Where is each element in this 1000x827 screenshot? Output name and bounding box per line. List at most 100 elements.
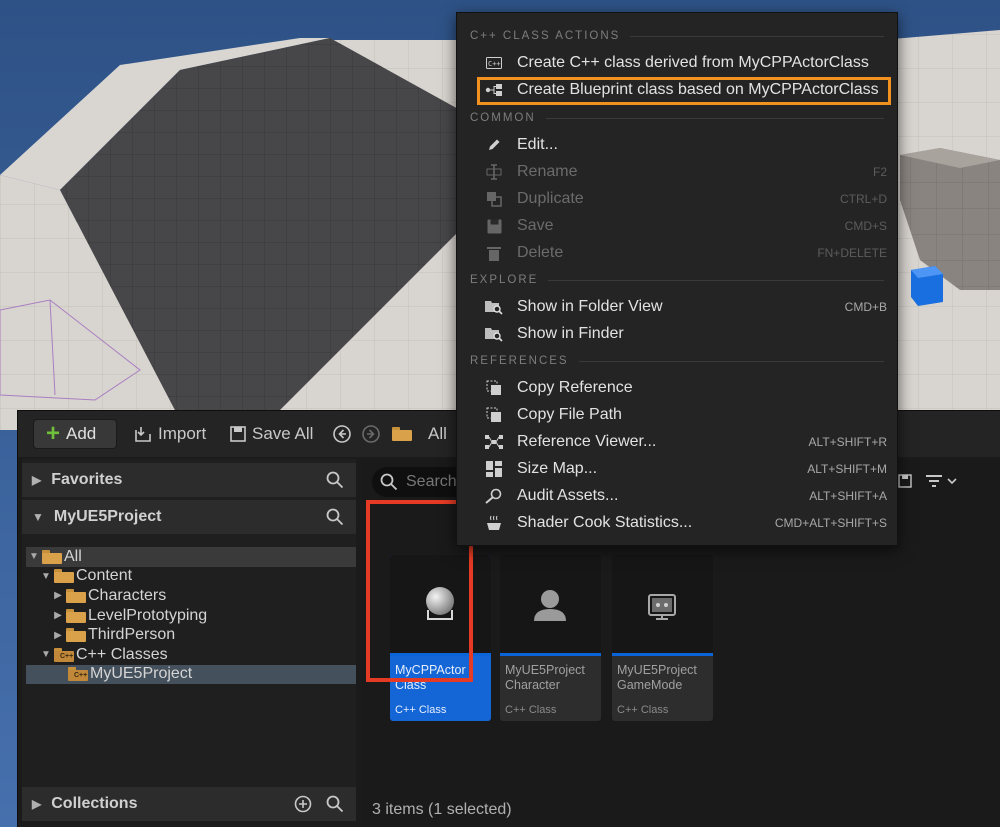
tree-item-label: ThirdPerson — [88, 626, 176, 644]
menu-item-label: Create C++ class derived from MyCPPActor… — [517, 54, 869, 71]
menu-item-duplicate[interactable]: Duplicate CTRL+D — [485, 187, 887, 211]
menu-item-label: Shader Cook Statistics... — [517, 514, 693, 531]
asset-type: C++ Class — [395, 704, 447, 716]
folder-icon — [42, 549, 62, 564]
back-arrow-icon — [333, 425, 351, 443]
add-circle-icon[interactable] — [294, 795, 312, 813]
folder-icon — [66, 608, 86, 623]
forward-button[interactable] — [361, 419, 381, 449]
plus-icon: + — [46, 420, 61, 447]
tree-item-cpp-classes[interactable]: ▼ C++ C++ Classes — [26, 645, 356, 665]
tree-item-label: Content — [76, 567, 133, 585]
save-icon[interactable] — [898, 474, 912, 488]
menu-item-rename[interactable]: Rename F2 — [485, 160, 887, 184]
menu-item-show-in-folder-view[interactable]: Show in Folder View CMD+B — [485, 295, 887, 319]
sources-panel: ▶ Favorites ▼ MyUE5Project ▼ All ▼ Conte… — [22, 459, 356, 821]
menu-item-delete[interactable]: Delete FN+DELETE — [485, 241, 887, 265]
asset-tile-character[interactable]: MyUE5Project Character C++ Class — [500, 555, 601, 721]
menu-item-label: Save — [517, 217, 554, 234]
collapsed-arrow-icon: ▶ — [54, 590, 62, 602]
rename-icon — [485, 164, 503, 180]
tree-item-label: MyUE5Project — [90, 665, 193, 683]
path-label: All — [428, 424, 447, 443]
audit-search-icon — [485, 488, 503, 504]
forward-arrow-icon — [362, 425, 380, 443]
path-breadcrumb[interactable]: All — [390, 419, 447, 449]
menu-item-label: Show in Finder — [517, 325, 624, 342]
menu-item-shortcut: ALT+SHIFT+M — [807, 462, 887, 476]
expanded-arrow-icon: ▼ — [41, 649, 51, 661]
collapsed-arrow-icon: ▶ — [32, 797, 42, 811]
collapsed-arrow-icon: ▶ — [54, 610, 62, 622]
asset-type: C++ Class — [505, 704, 557, 716]
menu-item-audit-assets[interactable]: Audit Assets... ALT+SHIFT+A — [485, 484, 887, 508]
menu-item-label: Reference Viewer... — [517, 433, 657, 450]
search-icon[interactable] — [326, 508, 344, 526]
asset-name: MyUE5Project Character — [505, 663, 585, 692]
menu-item-shortcut: CMD+ALT+SHIFT+S — [774, 516, 887, 530]
cpp-folder-icon: C++ — [54, 647, 74, 662]
asset-thumbnail — [500, 555, 601, 653]
folder-icon — [66, 628, 86, 643]
folder-search-icon — [485, 299, 503, 315]
menu-item-create-cpp-class[interactable]: C++ Create C++ class derived from MyCPPA… — [485, 51, 887, 75]
tree-item-thirdperson[interactable]: ▶ ThirdPerson — [26, 625, 356, 645]
folder-icon — [66, 588, 86, 603]
asset-view-tools — [898, 473, 958, 489]
favorites-label: Favorites — [51, 471, 123, 488]
search-icon[interactable] — [326, 471, 344, 489]
menu-item-show-in-finder[interactable]: Show in Finder — [485, 322, 887, 346]
blueprint-option-highlight — [477, 77, 891, 105]
tree-item-myue5project[interactable]: C++ MyUE5Project — [26, 664, 356, 685]
expanded-arrow-icon: ▼ — [41, 570, 51, 582]
add-button[interactable]: + Add — [33, 419, 117, 449]
menu-item-shortcut: ALT+SHIFT+A — [809, 489, 887, 503]
asset-type-bar — [612, 653, 713, 656]
filter-icon[interactable] — [924, 473, 958, 489]
collections-header[interactable]: ▶ Collections — [22, 787, 356, 821]
collapsed-arrow-icon: ▶ — [54, 629, 62, 641]
menu-item-shortcut: CMD+B — [844, 300, 887, 314]
tree-item-levelprototyping[interactable]: ▶ LevelPrototyping — [26, 606, 356, 626]
asset-type: C++ Class — [617, 704, 669, 716]
collapsed-arrow-icon: ▶ — [32, 473, 42, 487]
tree-item-all[interactable]: ▼ All — [26, 547, 356, 567]
menu-item-label: Size Map... — [517, 460, 598, 477]
collections-label: Collections — [51, 795, 138, 812]
trash-icon — [485, 245, 503, 261]
menu-item-shader-cook-statistics[interactable]: Shader Cook Statistics... CMD+ALT+SHIFT+… — [485, 511, 887, 535]
expanded-arrow-icon: ▼ — [29, 551, 39, 563]
folder-search-icon — [485, 326, 503, 342]
menu-item-save[interactable]: Save CMD+S — [485, 214, 887, 238]
back-button[interactable] — [332, 419, 352, 449]
save-all-button[interactable]: Save All — [230, 419, 313, 449]
menu-item-shortcut: ALT+SHIFT+R — [808, 435, 887, 449]
menu-item-label: Duplicate — [517, 190, 584, 207]
menu-item-edit[interactable]: Edit... — [485, 133, 887, 157]
import-button[interactable]: Import — [134, 419, 206, 449]
asset-count-status: 3 items (1 selected) — [372, 801, 512, 818]
menu-item-label: Copy File Path — [517, 406, 622, 423]
menu-item-shortcut: CMD+S — [844, 219, 887, 233]
add-label: Add — [66, 424, 97, 443]
project-header[interactable]: ▼ MyUE5Project — [22, 500, 356, 534]
tree-item-label: All — [64, 547, 82, 565]
menu-item-label: Rename — [517, 163, 578, 180]
tree-item-content[interactable]: ▼ Content — [26, 567, 356, 587]
asset-type-bar — [500, 653, 601, 656]
save-icon — [485, 218, 503, 234]
favorites-header[interactable]: ▶ Favorites — [22, 463, 356, 497]
menu-item-reference-viewer[interactable]: Reference Viewer... ALT+SHIFT+R — [485, 430, 887, 454]
search-icon[interactable] — [326, 795, 344, 813]
asset-tile-gamemode[interactable]: MyUE5Project GameMode C++ Class — [612, 555, 713, 721]
duplicate-icon — [485, 191, 503, 207]
reference-graph-icon — [485, 434, 503, 450]
menu-item-size-map[interactable]: Size Map... ALT+SHIFT+M — [485, 457, 887, 481]
section-header-common: COMMON — [470, 112, 884, 124]
tree-item-characters[interactable]: ▶ Characters — [26, 586, 356, 606]
save-all-label: Save All — [252, 424, 314, 443]
section-header-explore: EXPLORE — [470, 274, 884, 286]
menu-item-copy-file-path[interactable]: Copy File Path — [485, 403, 887, 427]
svg-text:C++: C++ — [488, 60, 501, 68]
menu-item-copy-reference[interactable]: Copy Reference — [485, 376, 887, 400]
